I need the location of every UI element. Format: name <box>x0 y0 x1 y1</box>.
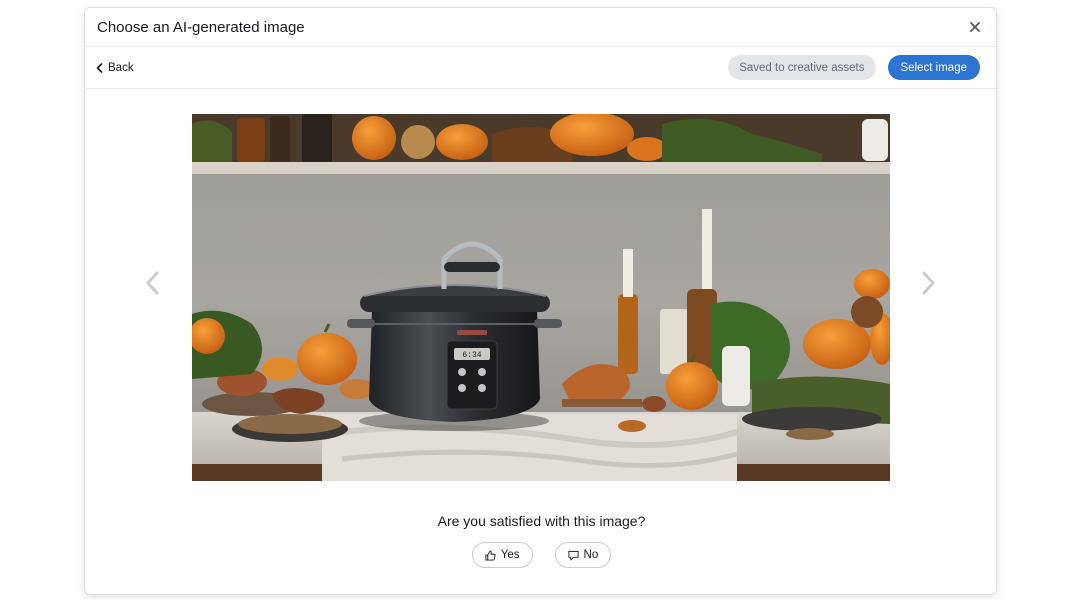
back-label: Back <box>108 61 134 74</box>
chevron-right-icon <box>922 271 935 295</box>
thumbs-up-icon <box>485 549 496 561</box>
generated-image: 6:34 <box>192 114 890 481</box>
image-viewer: 6:34 <box>85 90 996 490</box>
ai-image-dialog: Choose an AI-generated image Back Saved … <box>84 7 997 595</box>
feedback-question: Are you satisfied with this image? <box>437 513 646 529</box>
dialog-toolbar: Back Saved to creative assets Select ima… <box>85 47 996 89</box>
no-button[interactable]: No <box>554 542 612 568</box>
dialog-header: Choose an AI-generated image <box>85 8 996 47</box>
chevron-left-icon <box>146 271 159 295</box>
chevron-left-icon <box>96 62 103 73</box>
saved-to-creative-assets-button[interactable]: Saved to creative assets <box>728 55 876 80</box>
select-image-button[interactable]: Select image <box>887 55 980 80</box>
next-image-button[interactable] <box>917 268 941 298</box>
feedback-buttons: Yes No <box>85 542 996 568</box>
no-label: No <box>583 549 599 561</box>
comment-icon <box>567 550 579 561</box>
close-icon[interactable] <box>966 18 984 36</box>
yes-label: Yes <box>500 549 520 561</box>
dialog-title: Choose an AI-generated image <box>97 18 305 36</box>
display-time: 6:34 <box>462 351 481 360</box>
back-button[interactable]: Back <box>96 62 134 74</box>
previous-image-button[interactable] <box>140 268 164 298</box>
yes-button[interactable]: Yes <box>471 542 533 568</box>
